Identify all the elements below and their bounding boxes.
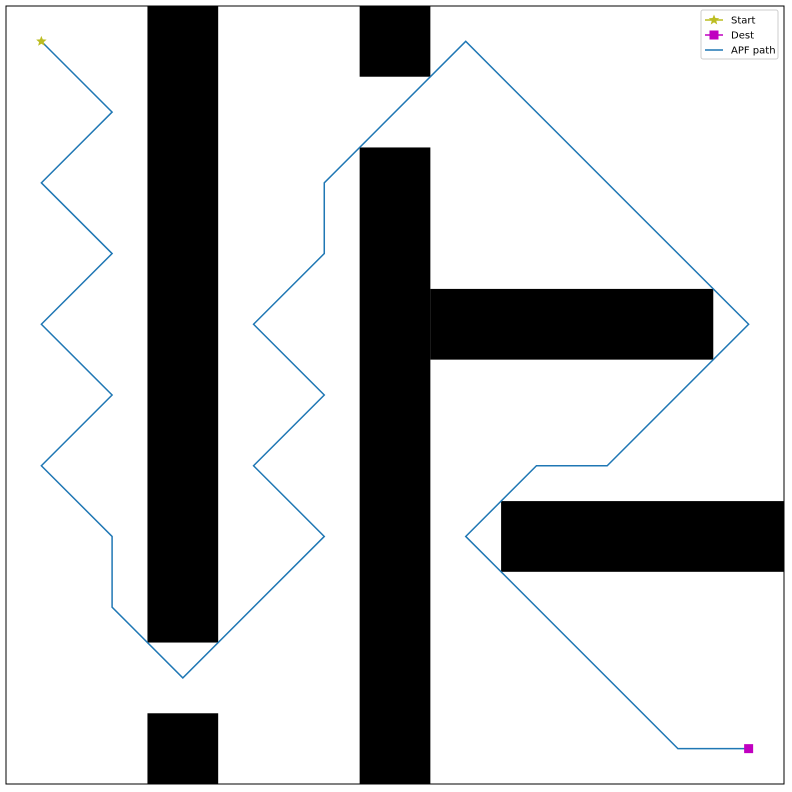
legend-dest-label: Dest <box>731 31 754 42</box>
legend-apf-path-label: APF path <box>731 46 776 57</box>
dest-marker <box>744 744 754 754</box>
obstacle-1 <box>147 6 219 643</box>
obstacle-layer <box>147 6 784 785</box>
obstacle-3 <box>359 6 431 77</box>
obstacle-4 <box>359 147 431 785</box>
obstacle-6 <box>501 501 784 572</box>
chart: Start Dest APF path <box>5 5 785 785</box>
legend-dest-marker <box>709 30 719 40</box>
legend: Start Dest APF path <box>700 9 779 60</box>
obstacle-5 <box>430 288 714 360</box>
obstacle-2 <box>147 713 219 784</box>
legend-start-label: Start <box>731 16 756 27</box>
